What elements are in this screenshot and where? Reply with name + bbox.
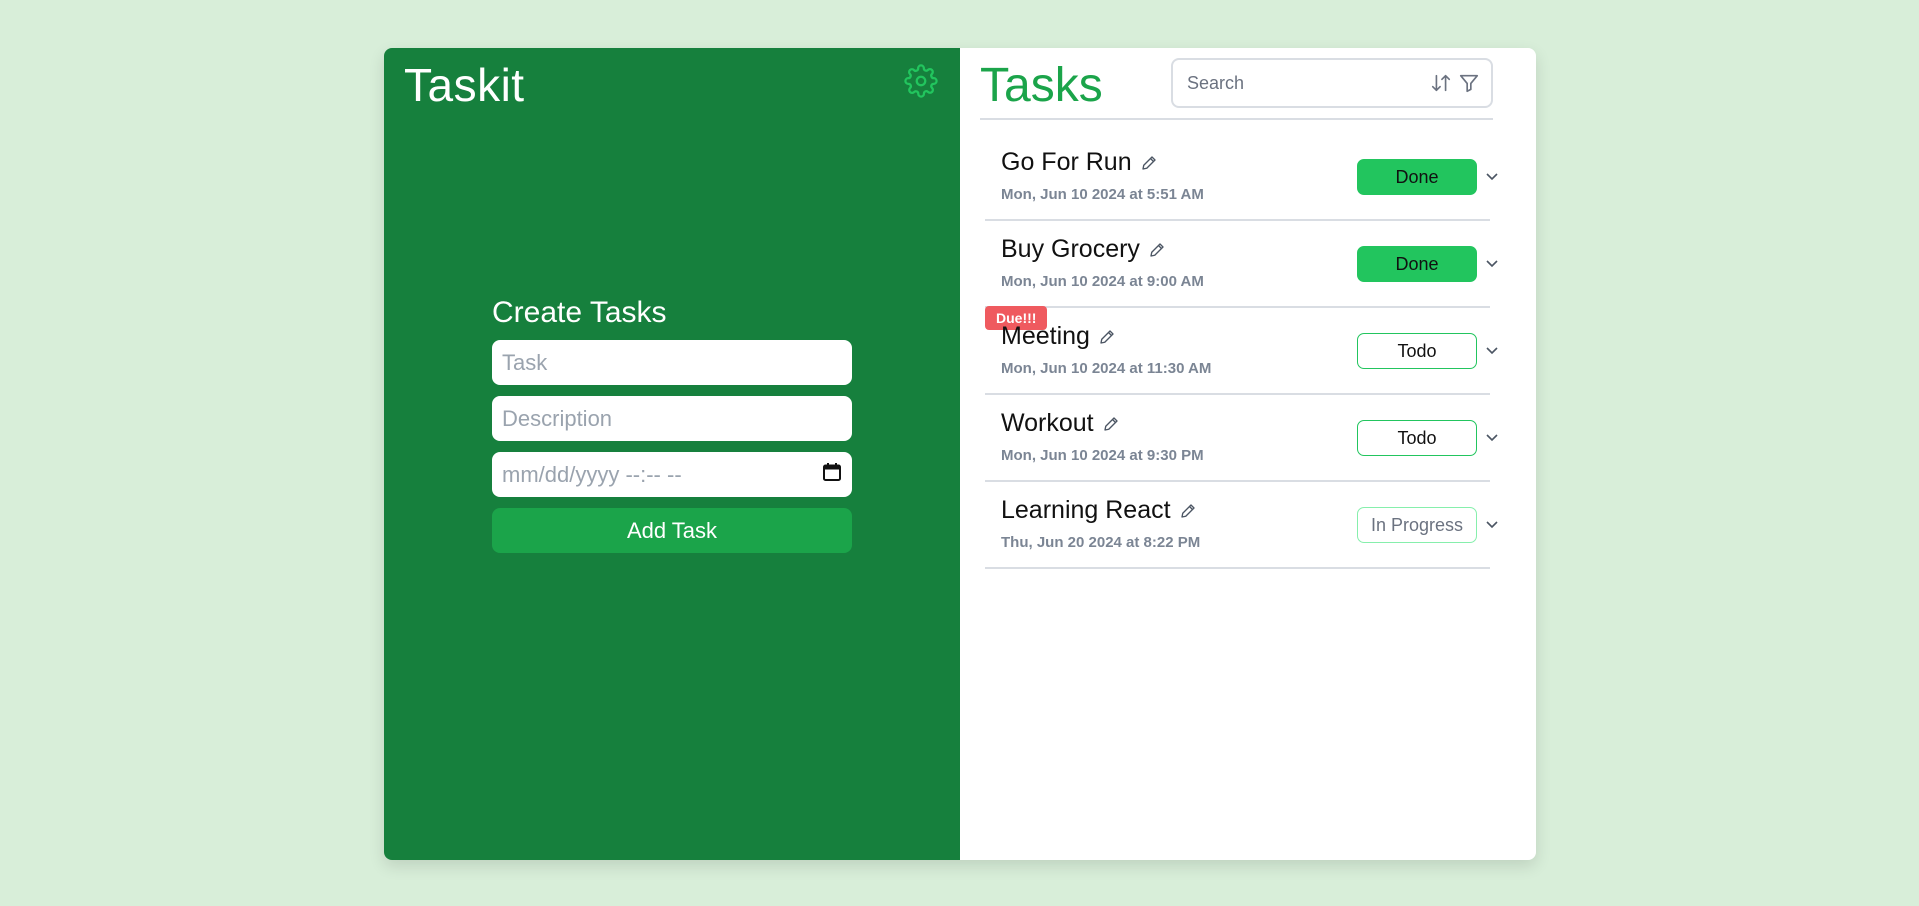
task-date: Thu, Jun 20 2024 at 8:22 PM — [1001, 534, 1201, 551]
pencil-icon[interactable] — [1098, 328, 1116, 346]
task-row: Buy Grocery Mon, Jun 10 2024 at 9:00 AM … — [985, 221, 1498, 308]
task-row: Due!!! Meeting Mon, Jun 10 2024 at 11:30… — [985, 306, 1498, 395]
create-heading: Create Tasks — [492, 296, 667, 329]
task-input[interactable] — [492, 340, 852, 385]
header-divider — [980, 118, 1493, 120]
task-name-wrap: Meeting — [1001, 322, 1116, 351]
chevron-down-icon[interactable] — [1485, 517, 1499, 536]
task-row: Learning React Thu, Jun 20 2024 at 8:22 … — [985, 482, 1498, 569]
chevron-down-icon[interactable] — [1485, 256, 1499, 275]
datetime-placeholder: mm/dd/yyyy --:-- -- — [502, 461, 682, 487]
status-button[interactable]: Done — [1357, 159, 1477, 195]
pencil-icon[interactable] — [1179, 502, 1197, 520]
task-name: Learning React — [1001, 496, 1171, 524]
task-name: Workout — [1001, 409, 1094, 437]
task-name-wrap: Learning React — [1001, 496, 1197, 525]
filter-icon[interactable] — [1455, 69, 1483, 97]
task-date: Mon, Jun 10 2024 at 9:00 AM — [1001, 273, 1204, 290]
task-name: Buy Grocery — [1001, 235, 1140, 263]
datetime-input[interactable]: mm/dd/yyyy --:-- -- — [492, 452, 852, 497]
app-window: Taskit Create Tasks mm/dd/yyyy --:-- -- — [384, 48, 1536, 860]
search-bar — [1171, 58, 1493, 108]
task-row: Workout Mon, Jun 10 2024 at 9:30 PM Todo — [985, 395, 1498, 482]
task-name: Meeting — [1001, 322, 1090, 350]
description-input[interactable] — [492, 396, 852, 441]
pencil-icon[interactable] — [1140, 154, 1158, 172]
task-name: Go For Run — [1001, 148, 1132, 176]
task-name-wrap: Workout — [1001, 409, 1120, 438]
search-input[interactable] — [1187, 72, 1427, 94]
brand-title: Taskit — [404, 59, 525, 111]
status-button[interactable]: Done — [1357, 246, 1477, 282]
create-task-form: Create Tasks mm/dd/yyyy --:-- -- Add Tas… — [492, 296, 852, 553]
chevron-down-icon[interactable] — [1485, 430, 1499, 449]
task-name-wrap: Buy Grocery — [1001, 235, 1166, 264]
chevron-down-icon[interactable] — [1485, 169, 1499, 188]
task-row: Go For Run Mon, Jun 10 2024 at 5:51 AM D… — [985, 134, 1498, 221]
task-list: Go For Run Mon, Jun 10 2024 at 5:51 AM D… — [985, 134, 1498, 569]
task-date: Mon, Jun 10 2024 at 5:51 AM — [1001, 186, 1204, 203]
task-date: Mon, Jun 10 2024 at 9:30 PM — [1001, 447, 1204, 464]
sort-arrows-icon[interactable] — [1427, 69, 1455, 97]
gear-icon — [904, 63, 938, 103]
add-task-button[interactable]: Add Task — [492, 508, 852, 553]
tasks-panel: Tasks Go For Run — [960, 48, 1536, 860]
status-button[interactable]: In Progress — [1357, 507, 1477, 543]
status-button[interactable]: Todo — [1357, 333, 1477, 369]
create-panel: Taskit Create Tasks mm/dd/yyyy --:-- -- — [384, 48, 960, 860]
task-name-wrap: Go For Run — [1001, 148, 1158, 177]
pencil-icon[interactable] — [1148, 241, 1166, 259]
status-button[interactable]: Todo — [1357, 420, 1477, 456]
settings-button[interactable] — [902, 63, 940, 103]
pencil-icon[interactable] — [1102, 415, 1120, 433]
chevron-down-icon[interactable] — [1485, 343, 1499, 362]
task-date: Mon, Jun 10 2024 at 11:30 AM — [1001, 360, 1212, 377]
tasks-title: Tasks — [980, 59, 1103, 112]
calendar-icon[interactable] — [822, 462, 842, 488]
